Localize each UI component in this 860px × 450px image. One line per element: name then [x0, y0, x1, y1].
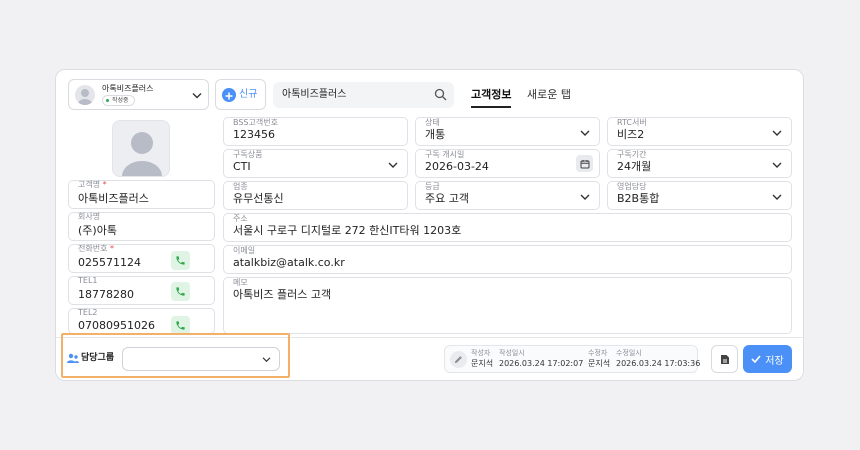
save-button[interactable]: 저장 — [743, 345, 792, 373]
period-label: 구독기간 — [617, 150, 647, 159]
bss-id-value: 123456 — [233, 128, 275, 141]
chevron-down-icon — [388, 162, 398, 168]
memo-label: 메모 — [233, 278, 248, 287]
author-label: 작성자 — [471, 349, 491, 357]
rtc-server-value: 비즈2 — [617, 128, 645, 141]
profile-photo[interactable] — [112, 120, 170, 177]
modified-value: 2026.03.24 17:03:36 — [616, 359, 701, 368]
status-select[interactable]: 상태 개통 — [415, 117, 600, 146]
tel1-value: 18778280 — [78, 288, 134, 301]
chevron-down-icon — [580, 194, 590, 200]
company-select-name: 아톡비즈플러스 — [102, 84, 154, 93]
address-field[interactable]: 주소 서울시 구로구 디지털로 272 한신IT타워 1203호 — [223, 213, 792, 242]
start-date-field[interactable]: 구독 개시일 2026-03-24 — [415, 149, 600, 178]
highlight-frame — [61, 333, 290, 378]
status-value: 개통 — [425, 128, 446, 141]
industry-value: 유무선통신 — [233, 192, 284, 205]
tab-new[interactable]: 새로운 탭 — [527, 88, 571, 102]
customer-name-value: 아톡비즈플러스 — [78, 192, 149, 205]
document-button[interactable] — [711, 345, 738, 373]
phone-label: 전화번호 * — [78, 244, 114, 253]
memo-field[interactable]: 메모 아톡비즈 플러스 고객 — [223, 277, 792, 334]
tel2-field[interactable]: TEL2 07080951026 — [68, 308, 215, 335]
company-name-field[interactable]: 회사명 (주)아톡 — [68, 212, 215, 241]
email-field[interactable]: 이메일 atalkbiz@atalk.co.kr — [223, 245, 792, 274]
address-label: 주소 — [233, 214, 248, 223]
phone-call-icon[interactable] — [171, 251, 190, 270]
product-select[interactable]: 구독상품 CTI — [223, 149, 408, 178]
industry-label: 업종 — [233, 182, 248, 191]
search-icon[interactable] — [434, 88, 447, 101]
tel1-label: TEL1 — [78, 276, 98, 285]
status-label: 상태 — [425, 118, 440, 127]
tab-active-indicator — [471, 106, 511, 108]
modified-label: 수정일시 — [616, 349, 642, 357]
industry-field[interactable]: 업종 유무선통신 — [223, 181, 408, 210]
save-button-label: 저장 — [765, 355, 784, 367]
search-input[interactable]: 아톡비즈플러스 — [273, 82, 454, 108]
document-icon — [720, 354, 729, 364]
rtc-server-label: RTC서버 — [617, 118, 647, 127]
chevron-down-icon — [772, 130, 782, 136]
status-badge-label: 작성중 — [112, 97, 129, 104]
bss-id-field[interactable]: BSS고객번호 123456 — [223, 117, 408, 146]
chevron-down-icon — [772, 162, 782, 168]
company-select[interactable]: 아톡비즈플러스 작성중 — [68, 79, 209, 110]
tel1-field[interactable]: TEL1 18778280 — [68, 276, 215, 305]
phone-value: 025571124 — [78, 256, 141, 269]
email-label: 이메일 — [233, 246, 256, 255]
created-value: 2026.03.24 17:02:07 — [499, 359, 584, 368]
tel1-call-icon[interactable] — [171, 282, 190, 301]
sales-value: B2B통합 — [617, 192, 660, 205]
period-value: 24개월 — [617, 160, 652, 173]
phone-field[interactable]: 전화번호 * 025571124 — [68, 244, 215, 273]
start-date-label: 구독 개시일 — [425, 150, 465, 159]
pencil-icon — [450, 351, 467, 368]
rtc-server-select[interactable]: RTC서버 비즈2 — [607, 117, 792, 146]
period-select[interactable]: 구독기간 24개월 — [607, 149, 792, 178]
created-label: 작성일시 — [499, 349, 525, 357]
grade-select[interactable]: 등급 주요 고객 — [415, 181, 600, 210]
chevron-down-icon — [772, 194, 782, 200]
avatar — [75, 85, 95, 105]
grade-value: 주요 고객 — [425, 192, 469, 205]
editor-value: 문지석 — [588, 359, 611, 368]
memo-value: 아톡비즈 플러스 고객 — [233, 288, 332, 301]
plus-icon — [222, 88, 236, 102]
audit-info: 작성자 문지석 작성일시 2026.03.24 17:02:07 수정자 문지석… — [444, 345, 701, 373]
new-button[interactable]: 신규 — [215, 79, 266, 110]
product-label: 구독상품 — [233, 150, 263, 159]
product-value: CTI — [233, 160, 251, 173]
calendar-icon[interactable] — [576, 155, 593, 172]
new-button-label: 신규 — [239, 89, 258, 100]
tel2-value: 07080951026 — [78, 319, 155, 332]
company-name-value: (주)아톡 — [78, 224, 117, 237]
customer-name-label: 고객명 * — [78, 180, 107, 189]
customer-name-field[interactable]: 고객명 * 아톡비즈플러스 — [68, 180, 215, 209]
tab-customer-info[interactable]: 고객정보 — [471, 88, 511, 102]
tel2-label: TEL2 — [78, 308, 98, 317]
editor-label: 수정자 — [588, 349, 608, 357]
chevron-down-icon — [580, 130, 590, 136]
search-value: 아톡비즈플러스 — [282, 89, 347, 100]
status-dot-icon — [106, 99, 109, 102]
address-value: 서울시 구로구 디지털로 272 한신IT타워 1203호 — [233, 224, 462, 237]
sales-select[interactable]: 영업담당 B2B통합 — [607, 181, 792, 210]
bss-id-label: BSS고객번호 — [233, 118, 278, 127]
check-icon — [751, 355, 761, 363]
status-badge: 작성중 — [102, 95, 135, 106]
chevron-down-icon — [192, 93, 202, 99]
company-name-label: 회사명 — [78, 212, 101, 221]
sales-label: 영업담당 — [617, 182, 647, 191]
email-value: atalkbiz@atalk.co.kr — [233, 256, 345, 269]
start-date-value: 2026-03-24 — [425, 160, 489, 173]
author-value: 문지석 — [471, 359, 494, 368]
grade-label: 등급 — [425, 182, 440, 191]
